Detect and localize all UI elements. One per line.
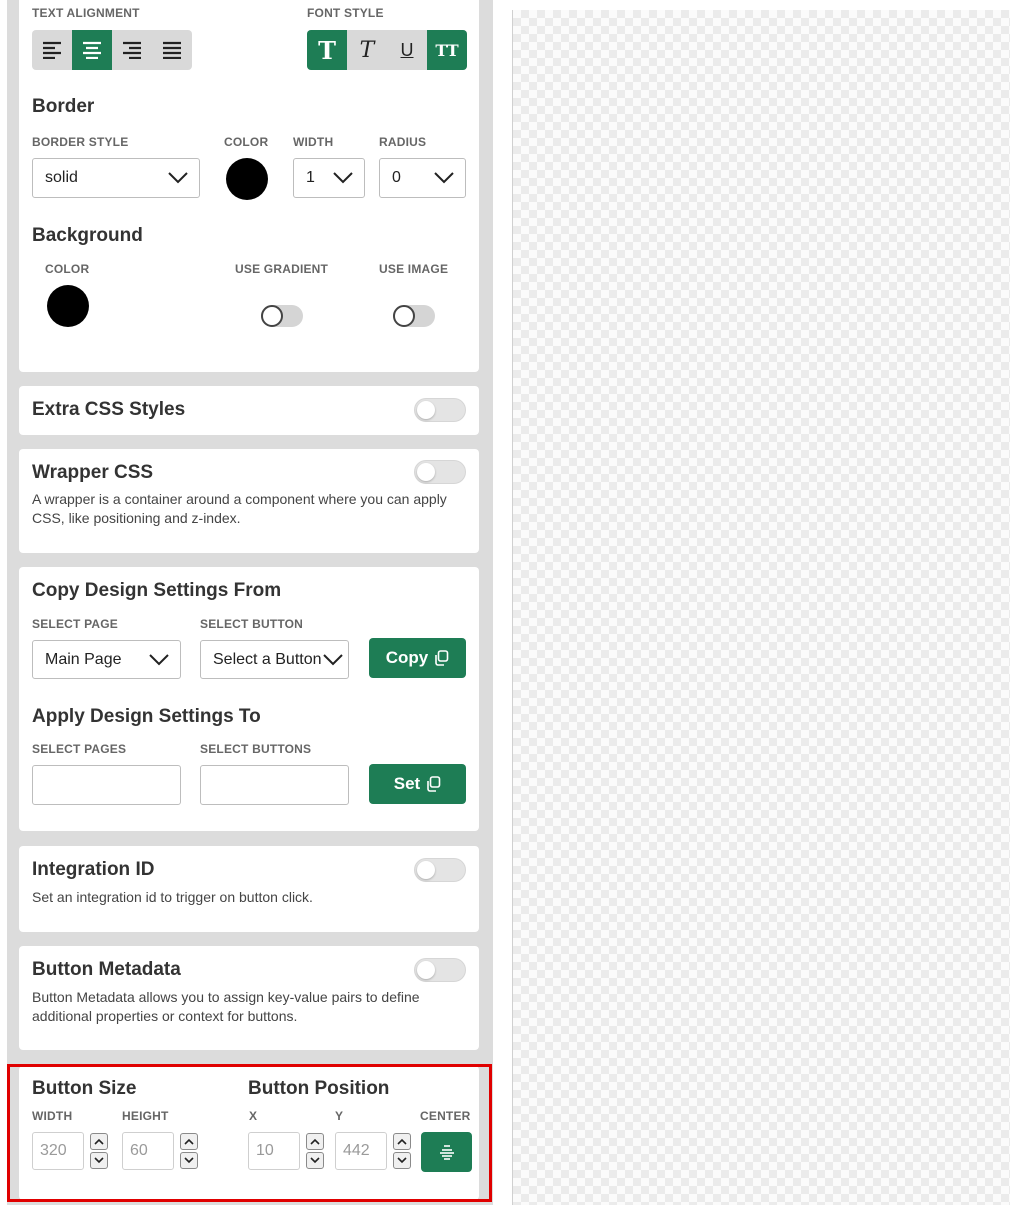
select-page-dropdown[interactable]: Main Page — [32, 640, 181, 679]
border-width-select[interactable]: 1 — [293, 158, 365, 198]
text-alignment-label: TEXT ALIGNMENT — [32, 6, 140, 20]
height-input[interactable]: 60 — [122, 1132, 174, 1170]
set-button[interactable]: Set — [369, 764, 466, 804]
extra-css-card: Extra CSS Styles — [19, 386, 479, 435]
background-title: Background — [32, 225, 143, 246]
background-color-swatch[interactable] — [47, 285, 89, 327]
y-input[interactable]: 442 — [335, 1132, 387, 1170]
use-image-label: USE IMAGE — [379, 262, 449, 276]
align-left-icon[interactable] — [32, 30, 72, 70]
copy-button[interactable]: Copy — [369, 638, 466, 678]
wrapper-css-toggle[interactable] — [414, 460, 466, 484]
select-buttons-input[interactable] — [200, 765, 349, 805]
chevron-up-icon[interactable] — [393, 1133, 411, 1150]
size-position-card: Button Size WIDTH 320 HEIGHT 60 Button P… — [19, 1066, 479, 1200]
bold-icon[interactable]: T — [307, 30, 347, 70]
center-align-icon — [439, 1145, 454, 1160]
integration-id-card: Integration ID Set an integration id to … — [19, 846, 479, 932]
chevron-down-icon[interactable] — [393, 1152, 411, 1169]
wrapper-css-title: Wrapper CSS — [32, 462, 154, 483]
text-alignment-group — [32, 30, 192, 70]
y-label: Y — [335, 1109, 344, 1123]
border-style-select[interactable]: solid — [32, 158, 200, 198]
chevron-down-icon — [323, 654, 343, 666]
use-image-toggle[interactable] — [393, 305, 435, 327]
set-button-label: Set — [393, 774, 421, 793]
select-pages-input[interactable] — [32, 765, 181, 805]
button-position-title: Button Position — [248, 1078, 390, 1099]
border-radius-value: 0 — [392, 169, 401, 186]
chevron-up-icon[interactable] — [180, 1133, 198, 1150]
select-button-value: Select a Button — [213, 650, 322, 668]
align-right-icon[interactable] — [112, 30, 152, 70]
extra-css-toggle[interactable] — [414, 398, 466, 422]
uppercase-icon[interactable]: TT — [427, 30, 467, 70]
background-color-label: COLOR — [45, 262, 90, 276]
font-style-label: FONT STYLE — [307, 6, 384, 20]
select-buttons-label: SELECT BUTTONS — [200, 742, 312, 756]
integration-id-title: Integration ID — [32, 859, 155, 880]
x-stepper[interactable] — [306, 1133, 324, 1169]
chevron-down-icon — [149, 654, 169, 666]
chevron-down-icon[interactable] — [90, 1152, 108, 1169]
border-radius-label: RADIUS — [379, 135, 427, 149]
select-button-label: SELECT BUTTON — [200, 617, 304, 631]
border-width-label: WIDTH — [293, 135, 334, 149]
integration-id-toggle[interactable] — [414, 858, 466, 882]
select-button-dropdown[interactable]: Select a Button — [200, 640, 349, 679]
width-input[interactable]: 320 — [32, 1132, 84, 1170]
button-metadata-card: Button Metadata Button Metadata allows y… — [19, 946, 479, 1050]
border-width-value: 1 — [306, 169, 315, 186]
width-label: WIDTH — [32, 1109, 73, 1123]
y-stepper[interactable] — [393, 1133, 411, 1169]
x-label: X — [249, 1109, 258, 1123]
chevron-up-icon[interactable] — [90, 1133, 108, 1150]
italic-icon[interactable]: T — [347, 30, 387, 70]
design-settings-card: Copy Design Settings From SELECT PAGE Ma… — [19, 567, 479, 831]
button-metadata-toggle[interactable] — [414, 958, 466, 982]
x-input[interactable]: 10 — [248, 1132, 300, 1170]
height-stepper[interactable] — [180, 1133, 198, 1169]
border-color-label: COLOR — [224, 135, 269, 149]
preview-canvas[interactable] — [513, 10, 1010, 1205]
use-gradient-toggle[interactable] — [261, 305, 303, 327]
chevron-down-icon[interactable] — [180, 1152, 198, 1169]
select-page-label: SELECT PAGE — [32, 617, 118, 631]
copy-button-label: Copy — [385, 648, 429, 667]
chevron-down-icon — [168, 172, 188, 184]
height-label: HEIGHT — [122, 1109, 169, 1123]
border-color-swatch[interactable] — [226, 158, 268, 200]
wrapper-css-description: A wrapper is a container around a compon… — [32, 491, 447, 526]
border-style-value: solid — [45, 169, 78, 186]
button-size-title: Button Size — [32, 1078, 137, 1099]
border-title: Border — [32, 96, 95, 117]
button-metadata-title: Button Metadata — [32, 959, 181, 980]
font-style-group: T T U TT — [307, 30, 467, 70]
copy-design-title: Copy Design Settings From — [32, 580, 282, 601]
center-button[interactable] — [421, 1132, 472, 1172]
select-pages-label: SELECT PAGES — [32, 742, 127, 756]
select-page-value: Main Page — [45, 650, 122, 668]
copy-icon — [435, 650, 449, 666]
use-gradient-label: USE GRADIENT — [235, 262, 329, 276]
style-card: TEXT ALIGNMENT FONT STYLE T T U TT Borde… — [19, 0, 479, 372]
align-justify-icon[interactable] — [152, 30, 192, 70]
underline-icon[interactable]: U — [387, 30, 427, 70]
apply-design-title: Apply Design Settings To — [32, 706, 261, 727]
extra-css-title: Extra CSS Styles — [32, 399, 186, 420]
chevron-down-icon — [333, 172, 353, 184]
copy-icon — [427, 776, 441, 792]
button-metadata-description: Button Metadata allows you to assign key… — [32, 989, 420, 1024]
integration-id-description: Set an integration id to trigger on butt… — [32, 889, 313, 905]
border-style-label: BORDER STYLE — [32, 135, 129, 149]
width-stepper[interactable] — [90, 1133, 108, 1169]
center-label: CENTER — [420, 1109, 471, 1123]
chevron-down-icon[interactable] — [306, 1152, 324, 1169]
wrapper-css-card: Wrapper CSS A wrapper is a container aro… — [19, 449, 479, 553]
border-radius-select[interactable]: 0 — [379, 158, 466, 198]
align-center-icon[interactable] — [72, 30, 112, 70]
chevron-down-icon — [434, 172, 454, 184]
chevron-up-icon[interactable] — [306, 1133, 324, 1150]
